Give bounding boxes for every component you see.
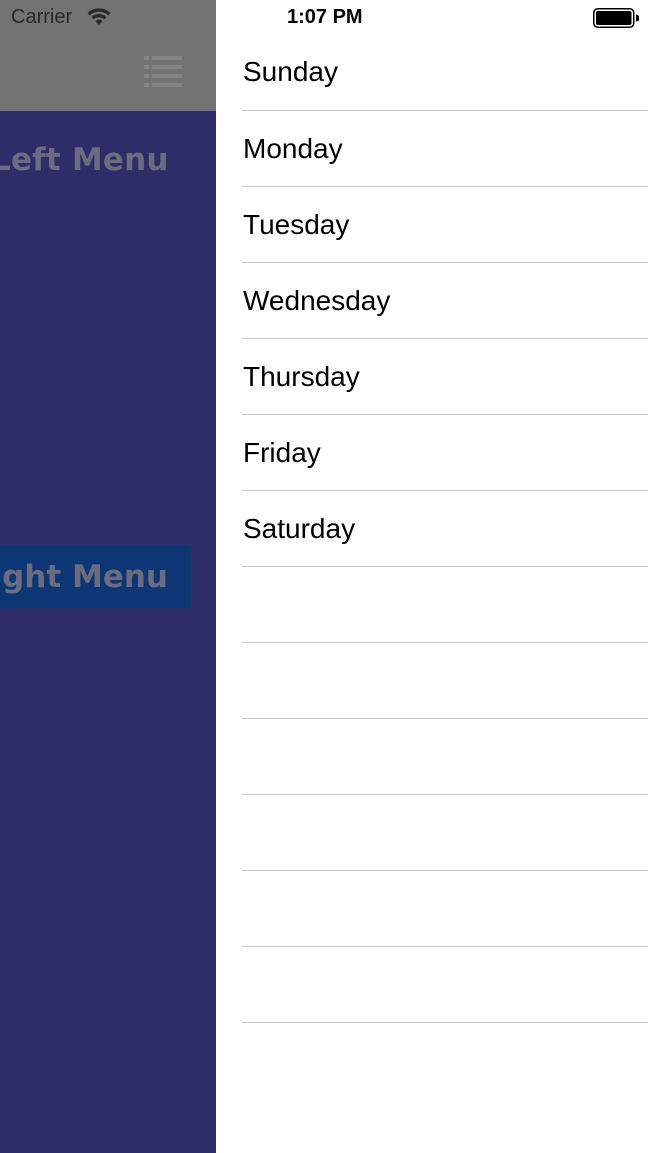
- status-time: 1:07 PM: [287, 6, 363, 28]
- day-label: Thursday: [243, 360, 360, 392]
- day-label: Tuesday: [243, 208, 350, 240]
- empty-row: [242, 567, 648, 643]
- navigation-bar: Carrier: [0, 0, 216, 111]
- day-list: Sunday Monday Tuesday Wednesday Thursday…: [242, 34, 648, 1023]
- list-item[interactable]: Wednesday: [242, 263, 648, 339]
- menu-panel: 1:07 PM Sunday Monday Tuesday Wednesday …: [216, 0, 648, 1153]
- day-label: Friday: [243, 436, 321, 468]
- right-menu-button-label: Right Menu: [0, 558, 168, 595]
- empty-row: [242, 871, 648, 947]
- right-menu-button[interactable]: Right Menu: [0, 545, 191, 608]
- list-item[interactable]: Tuesday: [242, 187, 648, 263]
- list-item[interactable]: Sunday: [242, 34, 648, 111]
- day-label: Wednesday: [243, 284, 391, 316]
- empty-row: [242, 719, 648, 795]
- list-item[interactable]: Saturday: [242, 491, 648, 567]
- empty-row: [242, 643, 648, 719]
- day-label: Monday: [243, 132, 343, 164]
- day-label: Saturday: [243, 512, 356, 544]
- empty-row: [242, 795, 648, 871]
- empty-row: [242, 947, 648, 1023]
- battery-icon: [593, 8, 639, 28]
- wifi-icon: [87, 8, 111, 25]
- list-item[interactable]: Monday: [242, 111, 648, 187]
- list-icon[interactable]: [144, 55, 182, 89]
- main-view[interactable]: Carrier Left Menu Right Menu: [0, 0, 216, 1153]
- list-item[interactable]: Thursday: [242, 339, 648, 415]
- left-menu-button[interactable]: Left Menu: [0, 142, 169, 178]
- day-label: Sunday: [243, 56, 338, 87]
- list-item[interactable]: Friday: [242, 415, 648, 491]
- carrier-label: Carrier: [11, 6, 73, 28]
